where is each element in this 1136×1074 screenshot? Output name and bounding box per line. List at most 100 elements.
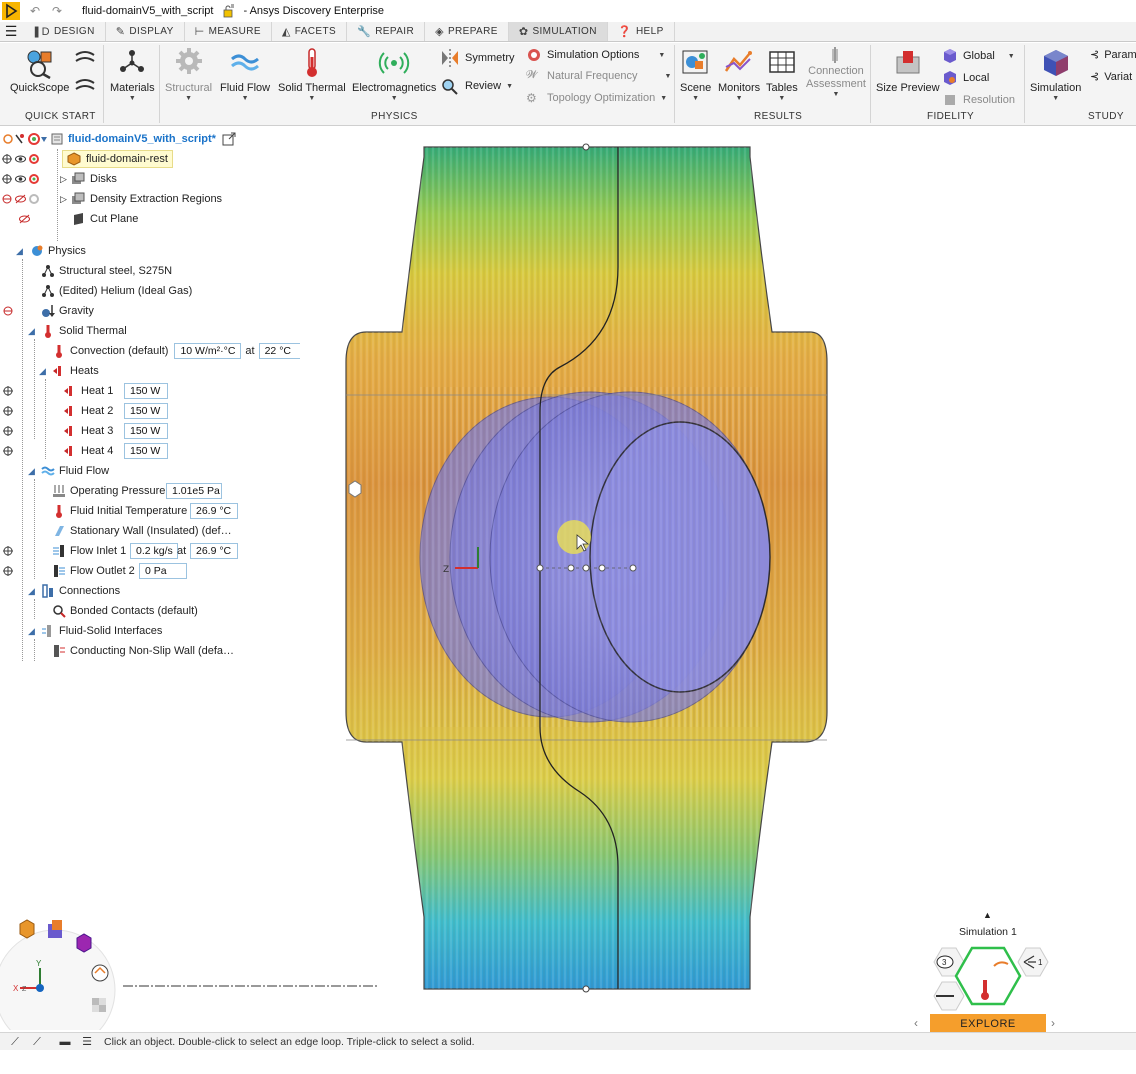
select-tool-icon[interactable]: ⟋ bbox=[8, 1036, 22, 1048]
resolution-button[interactable]: Resolution bbox=[942, 92, 1015, 108]
topology-optimization-button[interactable]: ⚙ Topology Optimization ▼ bbox=[526, 91, 667, 105]
crosshair-icon[interactable] bbox=[3, 566, 13, 576]
tab-display[interactable]: ✎ Display bbox=[106, 22, 185, 41]
purple-cube-icon[interactable] bbox=[76, 933, 92, 953]
flow-inlet-mass-field[interactable]: 0.2 kg/s bbox=[130, 543, 178, 559]
crosshair-icon[interactable] bbox=[3, 446, 13, 456]
pull-tool-icon[interactable]: ⟋ bbox=[30, 1036, 44, 1048]
simulation-options-button[interactable]: Simulation Options ▼ bbox=[526, 47, 665, 63]
crosshair-icon[interactable] bbox=[3, 426, 13, 436]
collapse-arrow-icon[interactable]: ◢ bbox=[39, 366, 46, 377]
monitors-dropdown-icon[interactable]: ▼ bbox=[736, 95, 743, 102]
navigator-next-icon[interactable]: › bbox=[1051, 1016, 1055, 1030]
collapse-arrow-icon[interactable]: ◢ bbox=[28, 326, 35, 337]
navigator-up-arrow-icon[interactable]: ▲ bbox=[983, 910, 992, 920]
simulation-study-button[interactable]: Simulation ▼ bbox=[1030, 47, 1081, 102]
tables-button[interactable]: Tables ▼ bbox=[766, 47, 798, 102]
popout-icon[interactable] bbox=[222, 132, 236, 146]
redo-icon[interactable]: ↷ bbox=[50, 4, 64, 18]
heat-4-value-field[interactable]: 150 W bbox=[124, 443, 168, 459]
eye-hidden-icon[interactable] bbox=[19, 214, 30, 224]
rotate-view-icon[interactable] bbox=[91, 964, 109, 982]
navigator-prev-icon[interactable]: ‹ bbox=[914, 1016, 918, 1030]
tab-repair[interactable]: 🔧 Repair bbox=[347, 22, 426, 41]
flow-inlet-temperature-field[interactable]: 26.9 °C bbox=[190, 543, 238, 559]
eye-icon[interactable] bbox=[15, 154, 26, 164]
flow-simulation-render[interactable]: Z bbox=[300, 127, 1136, 1032]
bottom-handle[interactable] bbox=[582, 985, 590, 993]
simulation-study-dropdown-icon[interactable]: ▼ bbox=[1052, 95, 1059, 102]
materials-button[interactable]: Materials ▼ bbox=[110, 47, 155, 102]
crosshair-icon[interactable] bbox=[2, 174, 12, 184]
fluid-flow-dropdown-icon[interactable]: ▼ bbox=[242, 95, 249, 102]
flow-outlet-pressure-field[interactable]: 0 Pa bbox=[139, 563, 187, 579]
quickscope-button[interactable]: QuickScope bbox=[10, 47, 69, 94]
crosshair-icon[interactable] bbox=[3, 386, 13, 396]
ansys-logo-icon[interactable] bbox=[2, 2, 20, 20]
review-button[interactable]: Review ▼ bbox=[440, 77, 513, 95]
local-button[interactable]: Local bbox=[942, 70, 989, 86]
top-handle[interactable] bbox=[582, 143, 590, 151]
global-button[interactable]: Global ▼ bbox=[942, 48, 1015, 64]
monitors-button[interactable]: Monitors ▼ bbox=[718, 47, 760, 102]
root-display-toggles-icon[interactable] bbox=[2, 132, 48, 146]
heat-1-value-field[interactable]: 150 W bbox=[124, 383, 168, 399]
tab-measure[interactable]: ⊢ Measure bbox=[185, 22, 272, 41]
crosshair-icon[interactable] bbox=[3, 406, 13, 416]
connection-assessment-dropdown-icon[interactable]: ▼ bbox=[832, 91, 839, 98]
variations-button[interactable]: ⊰ Variat bbox=[1090, 70, 1132, 84]
solid-thermal-button[interactable]: Solid Thermal ▼ bbox=[278, 47, 346, 102]
size-preview-button[interactable]: Size Preview bbox=[876, 47, 940, 94]
list-icon[interactable]: ☰ bbox=[80, 1036, 94, 1048]
structural-button[interactable]: Structural ▼ bbox=[165, 47, 212, 102]
crosshair-icon[interactable] bbox=[3, 546, 13, 556]
eye-hidden-icon[interactable] bbox=[15, 194, 26, 204]
heat-2-value-field[interactable]: 150 W bbox=[124, 403, 168, 419]
grid-view-icon[interactable] bbox=[92, 998, 106, 1012]
eye-icon[interactable] bbox=[15, 174, 26, 184]
symmetry-button[interactable]: Symmetry bbox=[440, 49, 515, 67]
fluid-initial-temperature-field[interactable]: 26.9 °C bbox=[190, 503, 238, 519]
collapse-arrow-icon[interactable]: ◢ bbox=[28, 466, 35, 477]
collapse-arrow-icon[interactable]: ◢ bbox=[16, 246, 23, 257]
electromagnetics-dropdown-icon[interactable]: ▼ bbox=[391, 95, 398, 102]
simulation-options-dropdown-icon[interactable]: ▼ bbox=[658, 52, 665, 59]
3d-viewport[interactable]: Z bbox=[300, 127, 1136, 1032]
crosshair-icon[interactable] bbox=[2, 154, 12, 164]
color-ring-icon[interactable] bbox=[29, 154, 39, 164]
undo-icon[interactable]: ↶ bbox=[28, 4, 42, 18]
tab-prepare[interactable]: ◈ Prepare bbox=[425, 22, 509, 41]
suppressed-icon[interactable] bbox=[3, 306, 13, 316]
color-ring-icon[interactable] bbox=[29, 174, 39, 184]
heat-3-value-field[interactable]: 150 W bbox=[124, 423, 168, 439]
hexagon-marker-icon[interactable] bbox=[348, 480, 362, 498]
solid-thermal-dropdown-icon[interactable]: ▼ bbox=[308, 95, 315, 102]
convection-temperature-field[interactable]: 22 °C bbox=[258, 343, 303, 359]
tables-dropdown-icon[interactable]: ▼ bbox=[778, 95, 785, 102]
fluid-flow-button[interactable]: Fluid Flow ▼ bbox=[220, 47, 270, 102]
collapse-arrow-icon[interactable]: ◢ bbox=[28, 586, 35, 597]
connection-assessment-button[interactable]: Connection Assessment ▼ bbox=[806, 47, 866, 98]
wave-lines-icon[interactable] bbox=[74, 49, 96, 97]
review-dropdown-icon[interactable]: ▼ bbox=[506, 83, 513, 90]
hidden-state-icon[interactable] bbox=[2, 194, 12, 204]
scene-button[interactable]: Scene ▼ bbox=[680, 47, 711, 102]
topology-optimization-dropdown-icon[interactable]: ▼ bbox=[660, 95, 667, 102]
tree-root-row[interactable]: fluid-domainV5_with_script* bbox=[0, 129, 236, 149]
color-cube-icon[interactable] bbox=[48, 920, 62, 938]
structural-dropdown-icon[interactable]: ▼ bbox=[185, 95, 192, 102]
explore-mode-button[interactable]: Explore bbox=[930, 1014, 1046, 1034]
parameters-button[interactable]: ⊰ Param bbox=[1090, 48, 1136, 62]
collapse-arrow-icon[interactable]: ◢ bbox=[28, 626, 35, 637]
operating-pressure-field[interactable]: 1.01e5 Pa bbox=[166, 483, 222, 499]
hamburger-menu-icon[interactable]: ☰ bbox=[0, 22, 22, 41]
comment-icon[interactable]: ▬ bbox=[58, 1036, 72, 1048]
natural-frequency-button[interactable]: 𝓦 Natural Frequency ▼ bbox=[526, 69, 671, 82]
tab-simulation[interactable]: ✿ Simulation bbox=[508, 22, 608, 41]
tab-help[interactable]: ❓ Help bbox=[608, 22, 675, 41]
global-dropdown-icon[interactable]: ▼ bbox=[1008, 53, 1015, 60]
tab-design[interactable]: ❚D Design bbox=[22, 22, 106, 41]
scene-dropdown-icon[interactable]: ▼ bbox=[692, 95, 699, 102]
materials-dropdown-icon[interactable]: ▼ bbox=[129, 95, 136, 102]
natural-frequency-dropdown-icon[interactable]: ▼ bbox=[665, 73, 672, 80]
